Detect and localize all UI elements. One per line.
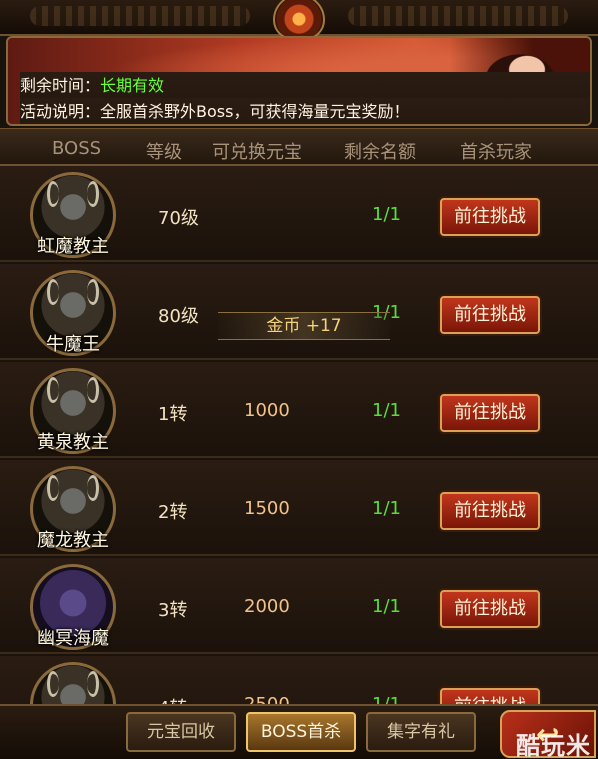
boss-yuanbao: 2500 [244, 694, 290, 704]
boss-row: 魔龙教主 2转 1500 1/1 前往挑战 [0, 460, 598, 556]
boss-quota: 1/1 [372, 694, 401, 704]
coin-value: +17 [305, 316, 342, 336]
boss-yuanbao: 1000 [244, 400, 290, 421]
boss-level: 2转 [158, 502, 188, 523]
coin-label: 金币 [266, 316, 301, 336]
challenge-button[interactable]: 前往挑战 [440, 492, 540, 530]
tab-collect-words[interactable]: 集字有礼 [366, 712, 476, 752]
table-header: BOSS 等级 可兑换元宝 剩余名额 首杀玩家 [0, 128, 598, 166]
boss-row: 幽冥海魔 3转 2000 1/1 前往挑战 [0, 558, 598, 654]
challenge-button[interactable]: 前往挑战 [440, 394, 540, 432]
boss-row: 虹魔教主 70级 1/1 前往挑战 [0, 166, 598, 262]
event-description-label: 活动说明： [20, 102, 101, 121]
ornament-right [348, 6, 568, 26]
flame-emblem-icon [273, 0, 325, 40]
challenge-button[interactable]: 前往挑战 [440, 590, 540, 628]
event-banner: 剩余时间：长期有效 活动说明：全服首杀野外Boss，可获得海量元宝奖励！ [6, 36, 592, 126]
boss-quota: 1/1 [372, 498, 401, 519]
boss-row: 4转 2500 1/1 前往挑战 [0, 656, 598, 704]
header-level: 等级 [146, 142, 182, 163]
bottom-tab-bar: 元宝回收 BOSS首杀 集字有礼 ↩ 酷玩米 [0, 704, 598, 759]
challenge-button[interactable]: 前往挑战 [440, 198, 540, 236]
header-first-kill: 首杀玩家 [460, 142, 532, 163]
event-description-value: 全服首杀野外Boss，可获得海量元宝奖励！ [100, 102, 410, 121]
boss-level: 80级 [158, 306, 199, 327]
boss-row: 黄泉教主 1转 1000 1/1 前往挑战 [0, 362, 598, 458]
challenge-button[interactable]: 前往挑战 [440, 296, 540, 334]
boss-list[interactable]: 虹魔教主 70级 1/1 前往挑战 牛魔王 80级 1/1 前往挑战 黄泉教主 … [0, 166, 598, 704]
header-yuanbao: 可兑换元宝 [212, 142, 302, 163]
coin-reward-popup: 金币 +17 [218, 312, 390, 340]
boss-name: 虹魔教主 [37, 236, 109, 257]
boss-name: 黄泉教主 [37, 432, 109, 453]
ornament-left [30, 6, 250, 26]
header-quota: 剩余名额 [344, 142, 416, 163]
challenge-button[interactable]: 前往挑战 [440, 688, 540, 704]
boss-level: 3转 [158, 600, 188, 621]
watermark: 酷玩米 [516, 732, 591, 759]
boss-avatar [30, 662, 116, 704]
boss-quota: 1/1 [372, 400, 401, 421]
tab-boss-first-kill[interactable]: BOSS首杀 [246, 712, 356, 752]
boss-level: 70级 [158, 208, 199, 229]
boss-name: 幽冥海魔 [37, 628, 109, 649]
boss-quota: 1/1 [372, 204, 401, 225]
top-frame [0, 0, 598, 40]
header-boss: BOSS [52, 138, 102, 159]
boss-level: 4转 [158, 694, 187, 704]
tab-recycle[interactable]: 元宝回收 [126, 712, 236, 752]
boss-quota: 1/1 [372, 596, 401, 617]
remaining-time-value: 长期有效 [100, 76, 165, 95]
boss-name: 魔龙教主 [37, 530, 109, 551]
remaining-time-label: 剩余时间： [20, 76, 101, 95]
boss-level: 1转 [158, 404, 188, 425]
boss-yuanbao: 1500 [244, 498, 290, 519]
boss-yuanbao: 2000 [244, 596, 290, 617]
event-description: 活动说明：全服首杀野外Boss，可获得海量元宝奖励！ [20, 98, 590, 124]
boss-name: 牛魔王 [46, 334, 100, 355]
